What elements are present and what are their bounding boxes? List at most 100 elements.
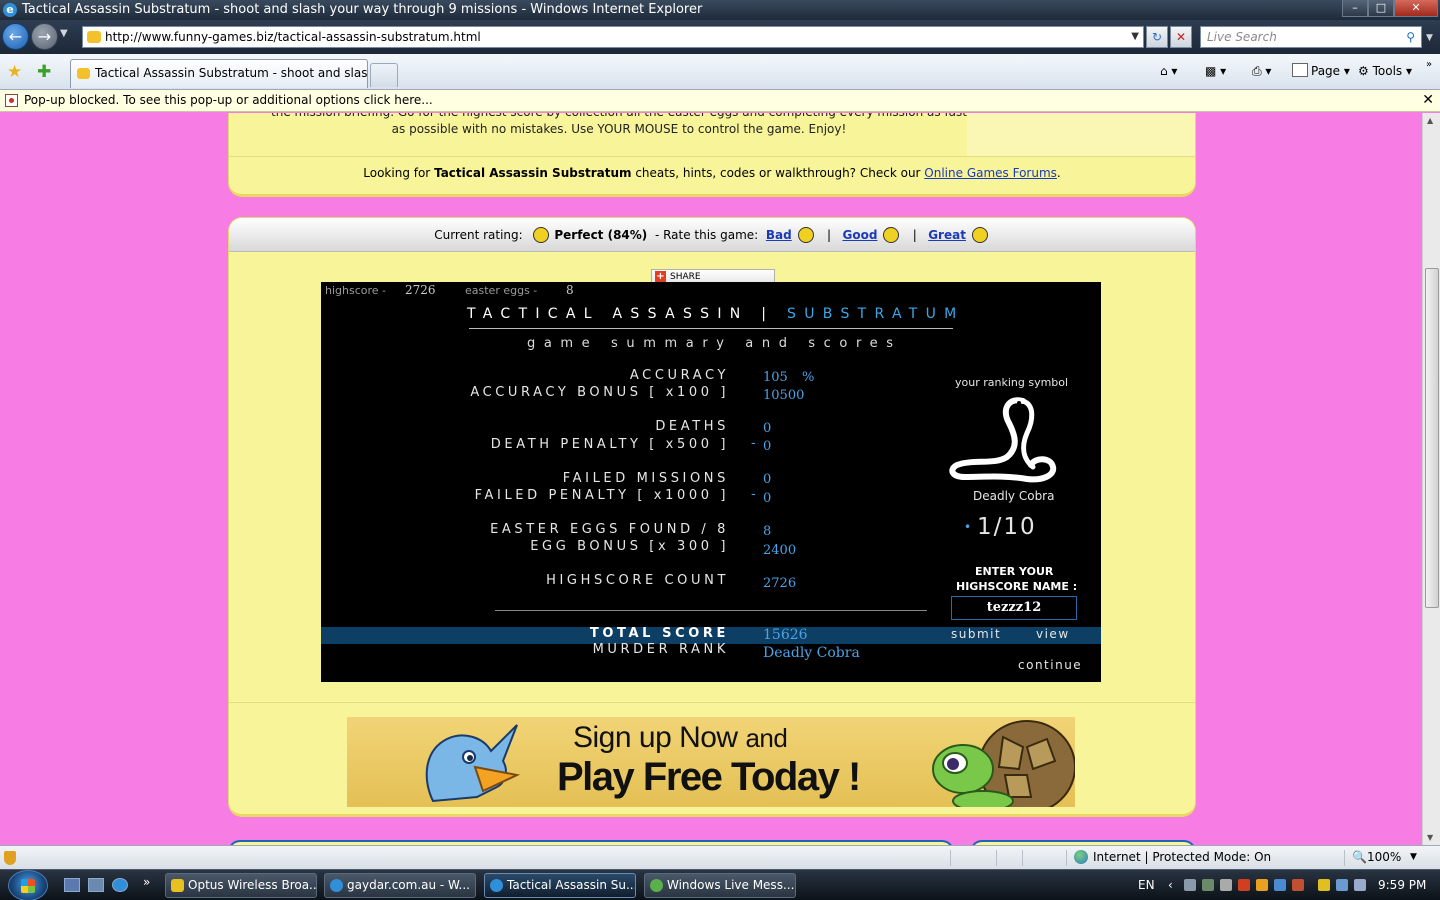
death-penalty-minus: -	[751, 436, 756, 451]
tab-favicon-icon	[77, 68, 90, 79]
total-score-label: TOTAL SCORE	[589, 626, 729, 641]
antivirus-tray-icon[interactable]	[1238, 879, 1250, 891]
search-input[interactable]: Live Search ⚲	[1200, 26, 1422, 48]
window-title-bar: e Tactical Assassin Substratum - shoot a…	[0, 0, 1440, 20]
toolbar-overflow-icon[interactable]: »	[1426, 56, 1432, 74]
ie-quicklaunch-icon[interactable]	[112, 878, 128, 892]
security-zone[interactable]: Internet | Protected Mode: On	[1074, 846, 1271, 869]
language-indicator[interactable]: EN	[1138, 870, 1155, 900]
rank-bullet: •	[964, 520, 972, 534]
tools-menu[interactable]: ⚙ Tools ▾	[1358, 62, 1412, 80]
banner-line-1: Sign up Now and	[573, 721, 788, 755]
submit-button[interactable]: submit	[951, 627, 1001, 641]
separator: |	[912, 228, 917, 242]
zoom-level[interactable]: 🔍100%	[1352, 846, 1401, 869]
great-face-icon[interactable]	[971, 227, 988, 243]
app-tray-icon[interactable]	[1256, 879, 1268, 891]
divider	[229, 702, 1195, 703]
egg-bonus-label: EGG BONUS [x 300 ]	[530, 539, 729, 554]
task-gaydar[interactable]: gaydar.com.au - W...	[324, 873, 476, 898]
add-favorite-icon[interactable]: ✚	[37, 62, 51, 82]
tpm-tray-icon[interactable]	[1202, 879, 1214, 891]
turtle-character-icon	[932, 720, 1075, 807]
maximize-button[interactable]: □	[1368, 0, 1394, 17]
game-canvas[interactable]: highscore - 2726 easter eggs - 8 TACTICA…	[321, 282, 1101, 682]
divider	[229, 156, 1195, 157]
network-tray-icon[interactable]	[1336, 879, 1348, 891]
forums-link[interactable]: Online Games Forums	[924, 166, 1057, 180]
vertical-scrollbar[interactable]: ▲ ▼	[1422, 113, 1440, 845]
security-shield-icon	[4, 851, 16, 865]
task-optus[interactable]: Optus Wireless Broa...	[165, 873, 317, 898]
task-tactical-assassin[interactable]: Tactical Assassin Su...	[484, 873, 636, 898]
popup-message: Pop-up blocked. To see this pop-up or ad…	[24, 93, 433, 107]
ad-banner[interactable]: Sign up Now and Play Free Today !	[347, 717, 1075, 807]
scroll-up-icon[interactable]: ▲	[1427, 116, 1433, 125]
game-subtitle: game summary and scores	[527, 336, 902, 351]
scroll-down-icon[interactable]: ▼	[1427, 833, 1433, 842]
current-rating-value: Perfect (84%)	[554, 228, 648, 242]
search-icon[interactable]: ⚲	[1406, 27, 1415, 47]
zoom-dropdown-icon[interactable]: ▼	[1410, 846, 1417, 869]
page-menu[interactable]: Page ▾	[1292, 62, 1350, 80]
search-options-icon[interactable]: ▼	[1426, 33, 1433, 43]
address-bar[interactable]: http://www.funny-games.biz/tactical-assa…	[82, 26, 1144, 48]
egg-bonus-value: 2400	[763, 543, 797, 558]
switch-windows-icon[interactable]	[88, 878, 104, 892]
tray-expand-icon[interactable]: ‹	[1168, 870, 1173, 900]
minimize-button[interactable]: –	[1342, 0, 1368, 17]
tab-active[interactable]: Tactical Assassin Substratum - shoot and…	[70, 59, 368, 88]
home-icon[interactable]: ⌂ ▾	[1160, 62, 1177, 80]
refresh-button[interactable]: ↻	[1146, 26, 1168, 48]
bad-face-icon[interactable]	[797, 227, 814, 243]
cheats-mid: cheats, hints, codes or walkthrough? Che…	[631, 166, 925, 180]
game-title: TACTICAL ASSASSIN | SUBSTRATUM	[467, 306, 965, 322]
accuracy-bonus-value: 10500	[763, 388, 805, 403]
banner-line-1b: and	[745, 723, 788, 753]
popup-blocked-bar[interactable]: Pop-up blocked. To see this pop-up or ad…	[0, 90, 1440, 112]
popup-close-icon[interactable]: ✕	[1422, 90, 1434, 111]
show-desktop-icon[interactable]	[64, 878, 80, 892]
optus-icon	[171, 879, 184, 892]
status-divider	[950, 850, 951, 866]
scrollbar-thumb[interactable]	[1425, 268, 1439, 608]
failed-penalty-minus: -	[751, 487, 756, 502]
stop-button[interactable]: ✕	[1170, 26, 1192, 48]
page-viewport: the mission briefing. Go for the highest…	[0, 113, 1422, 845]
view-button[interactable]: view	[1036, 627, 1070, 641]
start-button[interactable]	[8, 870, 48, 900]
highscore-name-input[interactable]: tezzz12	[951, 596, 1077, 620]
print-icon[interactable]: ⎙ ▾	[1252, 62, 1271, 80]
rate-great-link[interactable]: Great	[928, 228, 966, 242]
task-windows-live-messenger[interactable]: Windows Live Mess...	[644, 873, 796, 898]
new-tab-button[interactable]	[370, 63, 398, 87]
history-dropdown-icon[interactable]: ▼	[60, 28, 68, 39]
zoom-value: 100%	[1366, 850, 1402, 864]
clock[interactable]: 9:59 PM	[1378, 870, 1426, 900]
quicklaunch-more-icon[interactable]: »	[143, 875, 150, 889]
continue-button[interactable]: continue	[1018, 658, 1082, 672]
close-button[interactable]: ✕	[1394, 0, 1438, 17]
safely-remove-tray-icon[interactable]	[1318, 879, 1330, 891]
task-label: Optus Wireless Broa...	[188, 878, 317, 892]
messenger-tray-icon[interactable]	[1184, 879, 1196, 891]
address-toolbar: ← → ▼ http://www.funny-games.biz/tactica…	[0, 20, 1440, 54]
feeds-icon[interactable]: ▩ ▾	[1205, 62, 1226, 80]
printer-tray-icon[interactable]	[1220, 879, 1232, 891]
rate-good-link[interactable]: Good	[842, 228, 877, 242]
enter-name-line-2: HIGHSCORE NAME :	[956, 580, 1078, 593]
rate-bad-link[interactable]: Bad	[766, 228, 792, 242]
accuracy-value: 105	[763, 370, 788, 385]
eggs-found-label: EASTER EGGS FOUND / 8	[490, 522, 729, 537]
task-label: Windows Live Mess...	[667, 878, 795, 892]
search-placeholder: Live Search	[1207, 30, 1277, 44]
good-face-icon[interactable]	[883, 227, 900, 243]
bluetooth-tray-icon[interactable]	[1274, 879, 1286, 891]
site-favicon-icon	[87, 31, 101, 43]
volume-tray-icon[interactable]	[1354, 879, 1366, 891]
alert-tray-icon[interactable]	[1292, 879, 1304, 891]
address-dropdown-icon[interactable]: ▼	[1131, 27, 1139, 47]
back-button[interactable]: ←	[2, 23, 29, 50]
forward-button[interactable]: →	[31, 23, 58, 50]
favorites-star-icon[interactable]: ★	[7, 62, 22, 82]
